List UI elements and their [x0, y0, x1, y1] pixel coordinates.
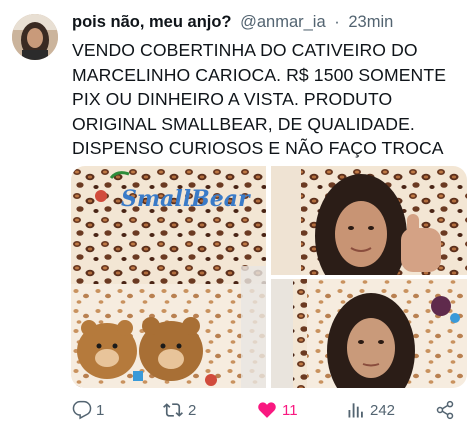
tweet-header: pois não, meu anjo? @anmar_ia · 23min: [72, 12, 393, 32]
tweet-text: VENDO COBERTINHA DO CATIVEIRO DO MARCELI…: [72, 38, 467, 161]
tweet-text-line: VENDO COBERTINHA DO CATIVEIRO DO: [72, 40, 418, 60]
media-image-blanket[interactable]: SmallBear: [71, 166, 266, 388]
tweet-text-line: PIX OU DINHEIRO A VISTA. PRODUTO: [72, 89, 393, 110]
retweet-button[interactable]: 2: [162, 398, 196, 422]
reply-button[interactable]: 1: [72, 398, 104, 422]
separator-dot: ·: [334, 13, 340, 31]
avatar[interactable]: [12, 14, 58, 60]
retweet-count: 2: [188, 401, 197, 419]
media-image-selfie-thumbs-up[interactable]: [271, 166, 467, 298]
share-icon: [436, 400, 454, 420]
reply-icon: [72, 400, 92, 420]
reply-count: 1: [96, 401, 105, 419]
media-grid: SmallBear: [71, 166, 467, 388]
like-icon: [258, 402, 276, 418]
views-button[interactable]: 242: [346, 398, 395, 422]
tweet-text-line: DISPENSO CURIOSOS E NÃO FAÇO TROCA: [72, 138, 444, 159]
retweet-icon: [163, 403, 183, 417]
tweet[interactable]: pois não, meu anjo? @anmar_ia · 23min VE…: [0, 0, 474, 428]
media-image-selfie-blanket[interactable]: [271, 279, 467, 388]
tweet-action-bar: 1 2 11 242: [72, 398, 458, 422]
share-button[interactable]: [434, 398, 456, 422]
author-handle[interactable]: @anmar_ia: [240, 13, 326, 31]
like-button[interactable]: 11: [256, 398, 298, 422]
tweet-text-line: MARCELINHO CARIOCA. R$ 1500 SOMENTE: [72, 64, 447, 85]
views-count: 242: [370, 401, 396, 419]
tweet-timestamp[interactable]: 23min: [348, 13, 393, 31]
author-display-name[interactable]: pois não, meu anjo?: [72, 13, 232, 31]
blanket-brand-text: SmallBear: [121, 186, 251, 212]
like-count: 11: [282, 401, 298, 419]
views-icon: [348, 403, 363, 418]
tweet-text-line: ORIGINAL SMALLBEAR, DE QUALIDADE.: [72, 113, 415, 134]
